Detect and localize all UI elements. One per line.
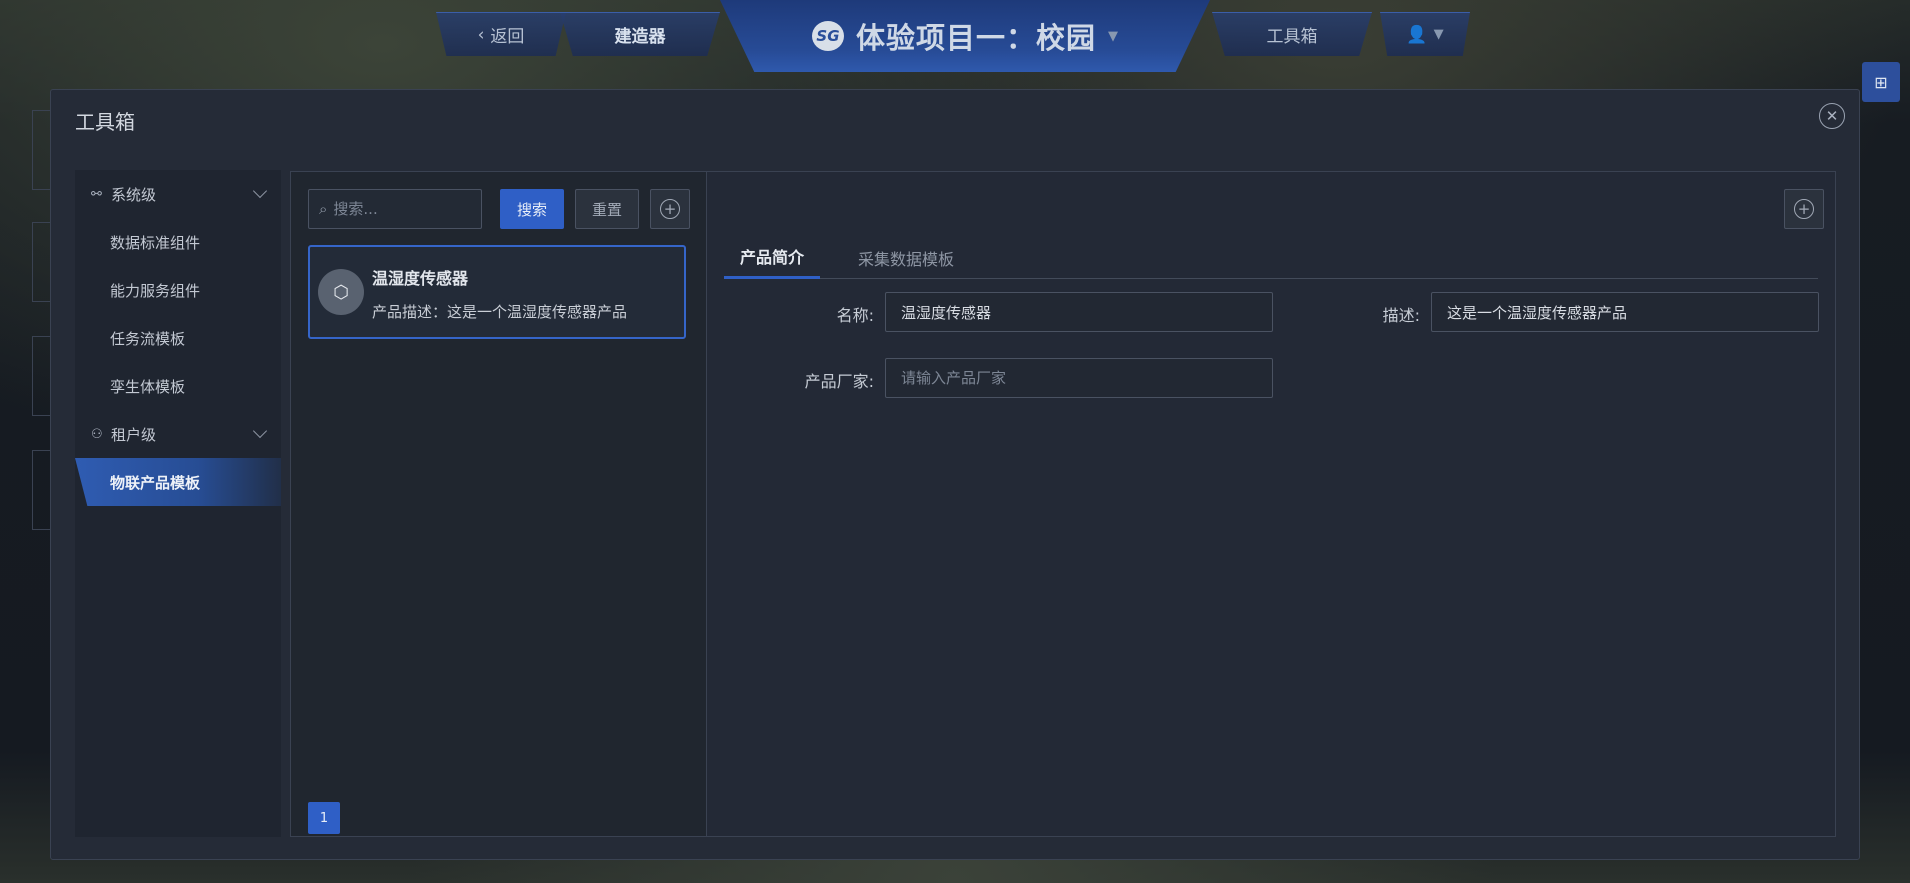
close-icon[interactable]: ✕: [1819, 103, 1845, 129]
search-icon: ⌕: [319, 200, 328, 218]
caret-down-icon: ▼: [1433, 27, 1444, 42]
sidebar-item-label: 物联产品模板: [110, 473, 201, 492]
background-panel-edge: [32, 110, 50, 190]
tab-product-intro[interactable]: 产品简介: [724, 236, 821, 279]
sidebar-item-label: 任务流模板: [110, 329, 186, 348]
layout-toggle-button[interactable]: ⊞: [1862, 62, 1900, 102]
pagination-page-button[interactable]: 1: [308, 802, 340, 834]
back-label: 返回: [490, 27, 525, 47]
user-menu-button[interactable]: 👤 ▼: [1380, 12, 1470, 56]
plus-circle-icon: +: [660, 199, 680, 219]
sidebar-group-system[interactable]: ⚯ 系统级: [75, 170, 281, 218]
sidebar-item-data-standard[interactable]: 数据标准组件: [75, 218, 281, 266]
chevron-down-icon: [252, 423, 268, 439]
sidebar: ⚯ 系统级 数据标准组件 能力服务组件 任务流模板 孪生体模板 ⚇ 租户级 物联…: [75, 170, 281, 837]
caret-down-icon: ▼: [1108, 28, 1118, 44]
reset-button[interactable]: 重置: [575, 189, 639, 229]
builder-tab[interactable]: 建造器: [560, 12, 720, 56]
sidebar-item-label: 孪生体模板: [110, 377, 186, 396]
description-label: 描述:: [1382, 306, 1420, 325]
sidebar-item-label: 数据标准组件: [110, 233, 201, 252]
user-icon: ⚇: [91, 426, 103, 442]
search-button[interactable]: 搜索: [500, 189, 564, 229]
name-field[interactable]: [885, 292, 1273, 332]
add-product-button[interactable]: +: [650, 189, 690, 229]
sidebar-item-task-flow[interactable]: 任务流模板: [75, 314, 281, 362]
plus-circle-icon: +: [1794, 199, 1814, 219]
sidebar-group-tenant[interactable]: ⚇ 租户级: [75, 410, 281, 458]
sidebar-item-twin-template[interactable]: 孪生体模板: [75, 362, 281, 410]
product-list-column: ⌕ 搜索 重置 + ⬡ 温湿度传感器 产品描述：这是一个温湿度传感器产品 1: [291, 172, 707, 836]
hierarchy-icon: ⚯: [91, 186, 102, 202]
background-panel-edge: [32, 336, 50, 416]
sidebar-item-capability-service[interactable]: 能力服务组件: [75, 266, 281, 314]
toolbox-tab[interactable]: 工具箱: [1212, 12, 1372, 56]
project-title-bar[interactable]: SG 体验项目一：校园 ▼: [720, 0, 1210, 72]
background-panel-edge: [32, 450, 50, 530]
toolbox-dialog: 工具箱 ✕ ⚯ 系统级 数据标准组件 能力服务组件 任务流模板 孪生体模板 ⚇ …: [50, 89, 1860, 860]
vendor-label: 产品厂家:: [804, 372, 874, 391]
sidebar-group-label: 租户级: [111, 425, 157, 444]
description-field[interactable]: [1431, 292, 1819, 332]
sidebar-group-label: 系统级: [111, 185, 157, 204]
chevron-left-icon: ‹: [477, 24, 485, 45]
product-card-title: 温湿度传感器: [372, 269, 469, 288]
search-field[interactable]: ⌕: [308, 189, 482, 229]
sidebar-item-iot-product-template[interactable]: 物联产品模板: [75, 458, 281, 506]
back-button[interactable]: ‹ 返回: [436, 12, 566, 56]
detail-tabs: 产品简介 采集数据模板: [724, 236, 1818, 279]
name-label: 名称:: [836, 306, 874, 325]
brand-logo-icon: SG: [811, 21, 844, 51]
product-card[interactable]: ⬡ 温湿度传感器 产品描述：这是一个温湿度传感器产品: [308, 245, 686, 339]
dialog-title: 工具箱: [75, 110, 135, 134]
cube-icon: ⬡: [318, 269, 364, 315]
toolbox-label: 工具箱: [1266, 27, 1318, 47]
product-card-description: 产品描述：这是一个温湿度传感器产品: [372, 303, 628, 321]
builder-label: 建造器: [614, 27, 666, 47]
layout-icon: ⊞: [1874, 72, 1888, 92]
background-panel-edge: [32, 222, 50, 302]
project-title: 体验项目一：校园: [855, 21, 1096, 55]
add-detail-button[interactable]: +: [1784, 189, 1824, 229]
top-navigation-bar: ‹ 返回 建造器 SG 体验项目一：校园 ▼ 工具箱 👤 ▼: [0, 0, 1910, 80]
search-input[interactable]: [333, 200, 464, 218]
user-icon: 👤: [1406, 24, 1428, 45]
vendor-field[interactable]: [885, 358, 1273, 398]
chevron-down-icon: [252, 183, 268, 199]
product-detail-panel: + 产品简介 采集数据模板 名称: 描述: 产品厂家:: [708, 172, 1836, 836]
tab-data-template[interactable]: 采集数据模板: [842, 236, 970, 279]
sidebar-item-label: 能力服务组件: [110, 281, 201, 300]
main-panel: ⌕ 搜索 重置 + ⬡ 温湿度传感器 产品描述：这是一个温湿度传感器产品 1 +…: [290, 171, 1836, 837]
